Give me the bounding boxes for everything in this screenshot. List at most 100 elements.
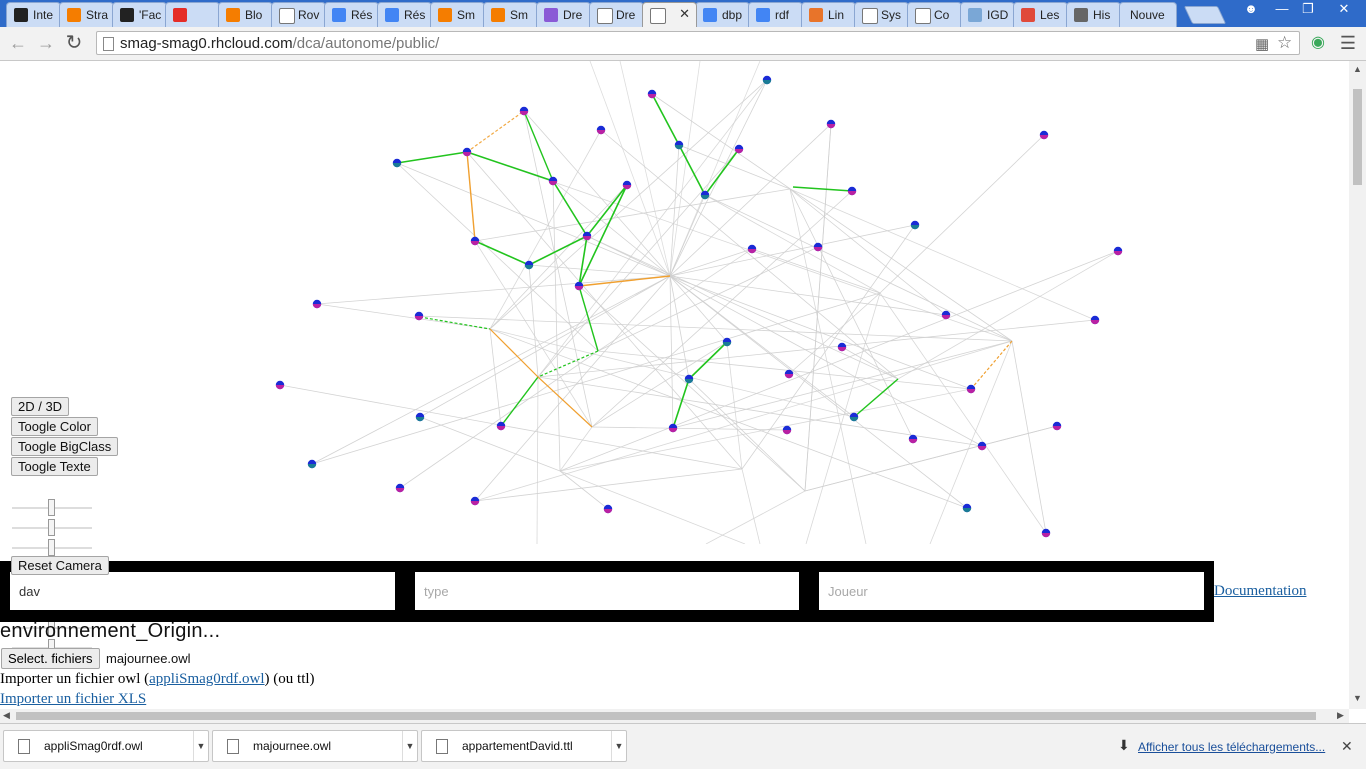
show-all-downloads-link[interactable]: Afficher tous les téléchargements... <box>1138 740 1325 754</box>
graph-node[interactable] <box>837 342 847 352</box>
graph-node[interactable] <box>941 310 951 320</box>
slider-thumb[interactable] <box>48 539 55 556</box>
select-files-button[interactable]: Select. fichiers <box>1 648 100 669</box>
graph-node[interactable] <box>813 242 823 252</box>
toggle-2d-3d-button[interactable]: 2D / 3D <box>11 397 70 416</box>
user-profile-icon[interactable]: ☻ <box>1240 0 1262 19</box>
graph-node[interactable] <box>1090 315 1100 325</box>
browser-tab[interactable]: Les <box>1013 2 1068 27</box>
browser-tab[interactable]: Co <box>907 2 962 27</box>
graph-node[interactable] <box>734 144 744 154</box>
graph-node[interactable] <box>415 412 425 422</box>
browser-tab[interactable]: Dre <box>589 2 644 27</box>
graph-node[interactable] <box>462 147 472 157</box>
graph-node[interactable] <box>1041 528 1051 538</box>
browser-tab[interactable]: Dre <box>536 2 591 27</box>
graph-node[interactable] <box>582 231 592 241</box>
search-input-joueur[interactable] <box>819 572 1204 610</box>
graph-node[interactable] <box>684 374 694 384</box>
minimize-icon[interactable]: — <box>1270 0 1294 19</box>
browser-tab[interactable] <box>165 2 220 27</box>
forward-arrow-icon[interactable]: → <box>34 31 58 55</box>
extension-icon[interactable]: ◉ <box>1306 31 1330 55</box>
camera-slider[interactable] <box>12 519 92 536</box>
browser-tab[interactable]: rdf <box>748 2 803 27</box>
close-download-bar-icon[interactable]: ✕ <box>1341 738 1353 755</box>
browser-tab[interactable]: IGD <box>960 2 1015 27</box>
graph-node[interactable] <box>966 384 976 394</box>
download-item[interactable]: majournee.owl ▼ <box>212 730 418 762</box>
toggle-color-button[interactable]: Toogle Color <box>11 417 98 436</box>
graph-node[interactable] <box>700 190 710 200</box>
graph-node[interactable] <box>747 244 757 254</box>
vertical-scrollbar[interactable]: ▲ ▼ <box>1349 61 1366 709</box>
graph-node[interactable] <box>962 503 972 513</box>
browser-tab[interactable]: Sys <box>854 2 909 27</box>
vertical-scroll-thumb[interactable] <box>1353 89 1362 185</box>
horizontal-scroll-thumb[interactable] <box>16 712 1316 720</box>
camera-slider[interactable] <box>12 499 92 516</box>
download-menu-icon[interactable]: ▼ <box>402 731 417 761</box>
scroll-right-icon[interactable]: ▶ <box>1337 710 1344 721</box>
reset-camera-button[interactable]: Reset Camera <box>11 556 109 575</box>
graph-node[interactable] <box>312 299 322 309</box>
import-owl-link[interactable]: appliSmag0rdf.owl <box>149 671 264 687</box>
documentation-link[interactable]: Documentation <box>1214 583 1306 600</box>
address-bar[interactable]: smag-smag0.rhcloud.com/dca/autonome/publ… <box>96 31 1300 55</box>
graph-node[interactable] <box>395 483 405 493</box>
scroll-up-icon[interactable]: ▲ <box>1353 64 1362 74</box>
graph-node[interactable] <box>647 89 657 99</box>
graph-node[interactable] <box>674 140 684 150</box>
graph-node[interactable] <box>548 176 558 186</box>
graph-canvas[interactable] <box>0 61 1349 544</box>
graph-node[interactable] <box>524 260 534 270</box>
browser-tab[interactable]: Nouve <box>1119 2 1177 27</box>
graph-node[interactable] <box>910 220 920 230</box>
slider-thumb[interactable] <box>48 499 55 516</box>
graph-node[interactable] <box>392 158 402 168</box>
new-tab-button[interactable] <box>1183 6 1227 24</box>
scroll-down-icon[interactable]: ▼ <box>1353 693 1362 703</box>
graph-node[interactable] <box>596 125 606 135</box>
browser-tab[interactable]: His <box>1066 2 1121 27</box>
graph-node[interactable] <box>1113 246 1123 256</box>
graph-node[interactable] <box>414 311 424 321</box>
download-menu-icon[interactable]: ▼ <box>611 731 626 761</box>
window-close-icon[interactable]: ✕ <box>1322 0 1366 19</box>
scroll-left-icon[interactable]: ◀ <box>3 710 10 721</box>
back-arrow-icon[interactable]: ← <box>6 31 30 55</box>
graph-node[interactable] <box>622 180 632 190</box>
import-xls-link[interactable]: Importer un fichier XLS <box>0 691 146 708</box>
graph-node[interactable] <box>784 369 794 379</box>
graph-node[interactable] <box>849 412 859 422</box>
graph-node[interactable] <box>574 281 584 291</box>
translate-icon[interactable]: ▦ <box>1255 35 1269 53</box>
reload-icon[interactable]: ↻ <box>62 31 86 55</box>
browser-tab[interactable]: Inte <box>6 2 61 27</box>
search-input-type[interactable] <box>415 572 799 610</box>
browser-tab[interactable]: dbp <box>695 2 750 27</box>
download-item[interactable]: appartementDavid.ttl ▼ <box>421 730 627 762</box>
toggle-texte-button[interactable]: Toogle Texte <box>11 457 98 476</box>
toggle-bigclass-button[interactable]: Toogle BigClass <box>11 437 119 456</box>
browser-tab[interactable]: Rés <box>377 2 432 27</box>
graph-node[interactable] <box>782 425 792 435</box>
browser-tab[interactable]: Rov <box>271 2 326 27</box>
camera-slider[interactable] <box>12 539 92 556</box>
graph-node[interactable] <box>496 421 506 431</box>
graph-node[interactable] <box>847 186 857 196</box>
browser-tab[interactable]: Rés <box>324 2 379 27</box>
horizontal-scrollbar[interactable]: ◀ ▶ <box>0 709 1349 723</box>
graph-node[interactable] <box>1039 130 1049 140</box>
browser-tab[interactable]: ✕ <box>642 2 697 27</box>
browser-tab[interactable]: 'Fac <box>112 2 167 27</box>
download-item[interactable]: appliSmag0rdf.owl ▼ <box>3 730 209 762</box>
graph-node[interactable] <box>668 423 678 433</box>
bookmark-star-icon[interactable]: ☆ <box>1277 33 1292 53</box>
browser-tab[interactable]: Stra <box>59 2 114 27</box>
graph-node[interactable] <box>762 75 772 85</box>
graph-node[interactable] <box>826 119 836 129</box>
graph-node[interactable] <box>307 459 317 469</box>
graph-node[interactable] <box>908 434 918 444</box>
graph-node[interactable] <box>1052 421 1062 431</box>
